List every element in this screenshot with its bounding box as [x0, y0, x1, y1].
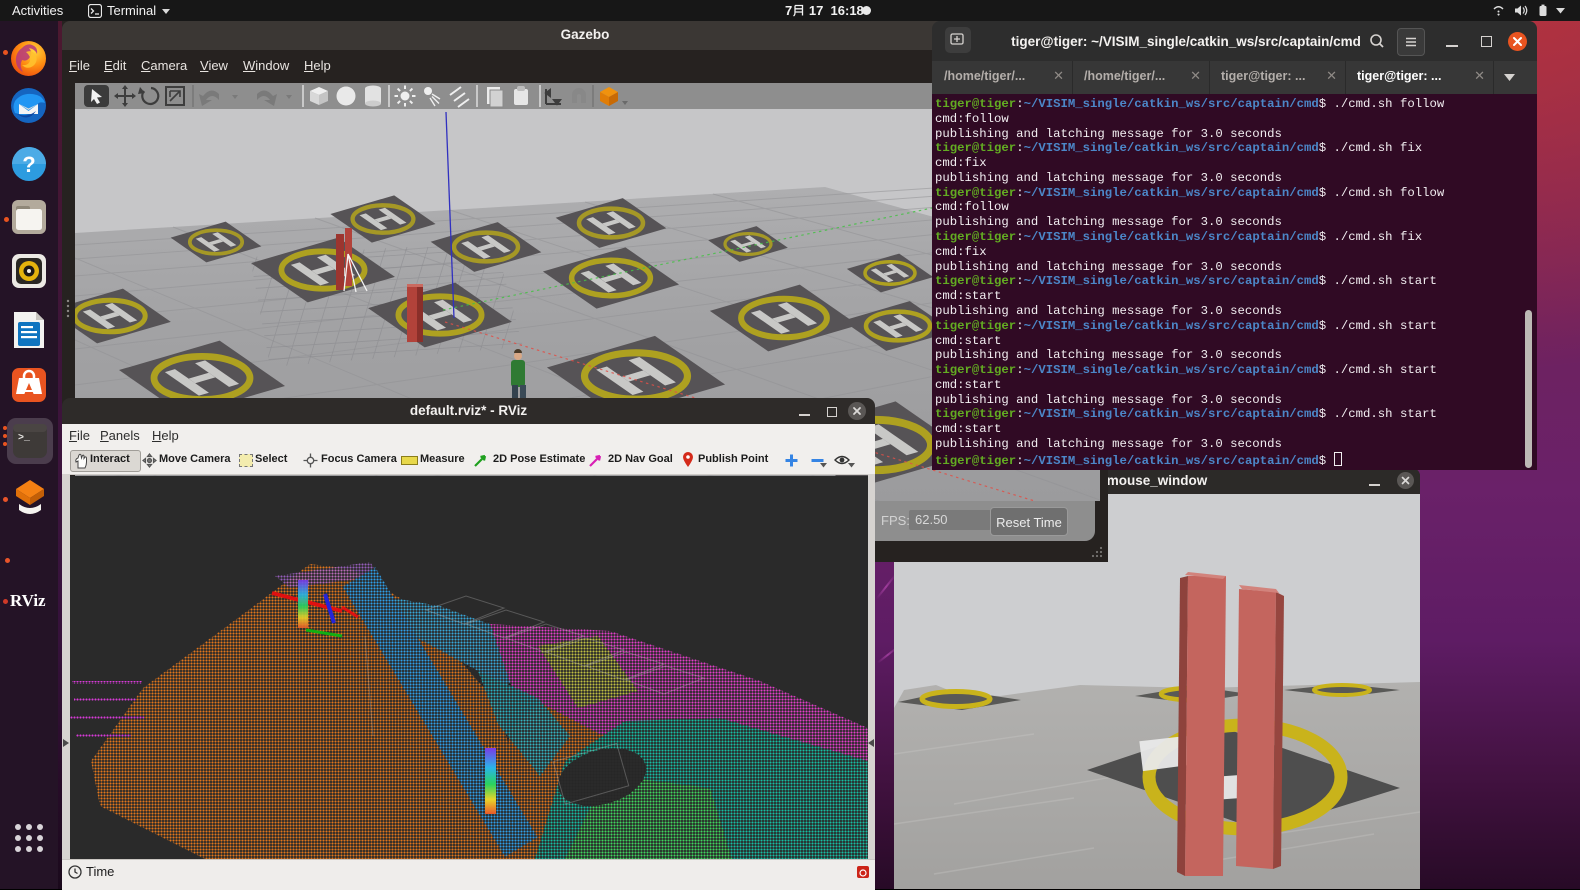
- svg-text:>_: >_: [18, 433, 31, 444]
- svg-text:?: ?: [22, 152, 35, 177]
